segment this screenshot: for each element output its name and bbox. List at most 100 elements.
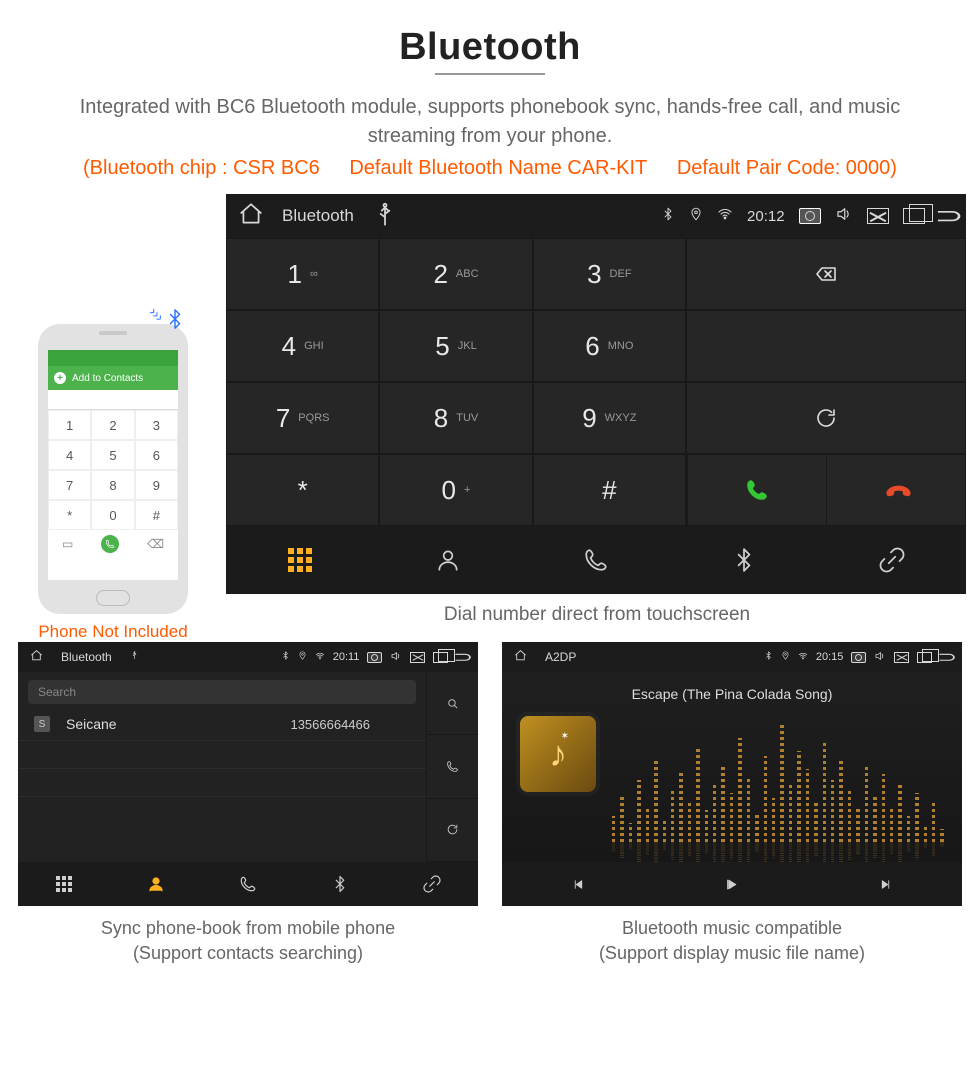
camera-icon[interactable] xyxy=(367,652,382,663)
back-icon[interactable]: ⊃ xyxy=(938,648,953,666)
volume-icon[interactable] xyxy=(874,650,886,665)
tab-bluetooth[interactable] xyxy=(670,547,818,573)
music-note-icon: ♪ xyxy=(549,733,567,775)
redial-button[interactable] xyxy=(686,382,966,454)
home-icon[interactable] xyxy=(514,649,527,665)
location-icon xyxy=(781,651,790,663)
phone-key: 9 xyxy=(135,470,178,500)
music-caption: Bluetooth music compatible(Support displ… xyxy=(502,916,962,966)
add-contacts-label: Add to Contacts xyxy=(72,373,143,384)
dial-key-4[interactable]: 4GHI xyxy=(226,310,379,382)
next-button[interactable] xyxy=(809,878,962,891)
dial-key-2[interactable]: 2ABC xyxy=(379,238,532,310)
tab-bluetooth[interactable] xyxy=(294,862,386,906)
contact-badge: S xyxy=(34,716,50,732)
main-caption: Dial number direct from touchscreen xyxy=(226,604,968,626)
hu-title: Bluetooth xyxy=(61,650,112,664)
spec-code: Default Pair Code: 0000) xyxy=(677,157,897,179)
tab-dialpad[interactable] xyxy=(226,548,374,572)
side-call-button[interactable] xyxy=(426,735,478,798)
specs-line: (Bluetooth chip : CSR BC6 Default Blueto… xyxy=(10,157,970,180)
back-icon[interactable]: ⊃ xyxy=(934,203,959,229)
main-head-unit: Bluetooth 20:12 ⊃ 1∞2ABC3DEF 4GHI5JKL6MNO… xyxy=(226,194,966,594)
wifi-icon xyxy=(315,651,325,664)
dial-key-3[interactable]: 3DEF xyxy=(533,238,686,310)
windows-icon[interactable] xyxy=(903,208,925,224)
tab-pair[interactable] xyxy=(386,862,478,906)
phone-key: 7 xyxy=(48,470,91,500)
hu-title: Bluetooth xyxy=(282,206,354,226)
wifi-icon xyxy=(717,206,733,226)
tab-dialpad[interactable] xyxy=(18,862,110,906)
dial-key-0[interactable]: 0+ xyxy=(379,454,532,526)
wifi-icon xyxy=(798,651,808,664)
dial-key-#[interactable]: # xyxy=(533,454,686,526)
tab-contacts[interactable] xyxy=(374,547,522,573)
windows-icon[interactable] xyxy=(917,652,932,663)
backspace-button[interactable] xyxy=(686,238,966,310)
call-icon xyxy=(101,535,119,553)
phone-key: 5 xyxy=(91,440,134,470)
close-icon[interactable] xyxy=(410,652,425,663)
dial-key-6[interactable]: 6MNO xyxy=(533,310,686,382)
prev-button[interactable] xyxy=(502,878,655,891)
dial-key-8[interactable]: 8TUV xyxy=(379,382,532,454)
divider xyxy=(435,73,545,75)
camera-icon[interactable] xyxy=(851,652,866,663)
tab-pair[interactable] xyxy=(818,547,966,573)
phone-key: # xyxy=(135,500,178,530)
bluetooth-status-icon xyxy=(661,207,675,225)
volume-icon[interactable] xyxy=(835,205,853,227)
side-search-button[interactable] xyxy=(426,672,478,735)
dial-key-*[interactable]: * xyxy=(226,454,379,526)
phone-key: 3 xyxy=(135,410,178,440)
home-icon[interactable] xyxy=(30,649,43,665)
camera-icon[interactable] xyxy=(799,208,821,224)
tab-recent[interactable] xyxy=(522,547,670,573)
spec-chip: (Bluetooth chip : CSR BC6 xyxy=(83,157,320,179)
spec-name: Default Bluetooth Name CAR-KIT xyxy=(349,157,647,179)
contacts-caption: Sync phone-book from mobile phone(Suppor… xyxy=(18,916,478,966)
backspace-icon: ⌫ xyxy=(147,537,164,551)
phone-key: 6 xyxy=(135,440,178,470)
phone-key: * xyxy=(48,500,91,530)
bluetooth-status-icon xyxy=(764,651,773,663)
hangup-button[interactable] xyxy=(826,455,965,525)
album-art: ♪ xyxy=(520,716,596,792)
phone-key: 2 xyxy=(91,410,134,440)
message-icon: ▭ xyxy=(62,537,73,551)
volume-icon[interactable] xyxy=(390,650,402,665)
contact-row[interactable]: S Seicane 13566664466 xyxy=(18,708,426,741)
phone-key: 8 xyxy=(91,470,134,500)
phone-key: 4 xyxy=(48,440,91,470)
tab-recent[interactable] xyxy=(202,862,294,906)
bluetooth-status-icon xyxy=(281,651,290,663)
add-contacts-bar: + Add to Contacts xyxy=(48,366,178,390)
call-button[interactable] xyxy=(687,455,826,525)
close-icon[interactable] xyxy=(867,208,889,224)
usb-icon xyxy=(372,202,398,231)
location-icon xyxy=(298,651,307,663)
dial-key-7[interactable]: 7PQRS xyxy=(226,382,379,454)
time-label: 20:12 xyxy=(747,208,785,225)
location-icon xyxy=(689,207,703,225)
dial-key-1[interactable]: 1∞ xyxy=(226,238,379,310)
music-head-unit: A2DP 20:15 ⊃ Escape (The Pina Colada Son… xyxy=(502,642,962,906)
close-icon[interactable] xyxy=(894,652,909,663)
plus-icon: + xyxy=(54,372,66,384)
tab-contacts[interactable] xyxy=(110,862,202,906)
phone-key: 0 xyxy=(91,500,134,530)
contact-number: 13566664466 xyxy=(290,717,370,732)
usb-icon xyxy=(130,651,139,663)
page-title: Bluetooth xyxy=(10,26,970,69)
home-icon[interactable] xyxy=(238,201,264,231)
dial-key-5[interactable]: 5JKL xyxy=(379,310,532,382)
windows-icon[interactable] xyxy=(433,652,448,663)
description: Integrated with BC6 Bluetooth module, su… xyxy=(10,93,970,151)
side-sync-button[interactable] xyxy=(426,799,478,862)
track-title: Escape (The Pina Colada Song) xyxy=(520,686,944,702)
play-button[interactable] xyxy=(655,878,808,891)
back-icon[interactable]: ⊃ xyxy=(454,648,469,666)
search-input[interactable]: Search xyxy=(28,680,416,704)
dial-key-9[interactable]: 9WXYZ xyxy=(533,382,686,454)
